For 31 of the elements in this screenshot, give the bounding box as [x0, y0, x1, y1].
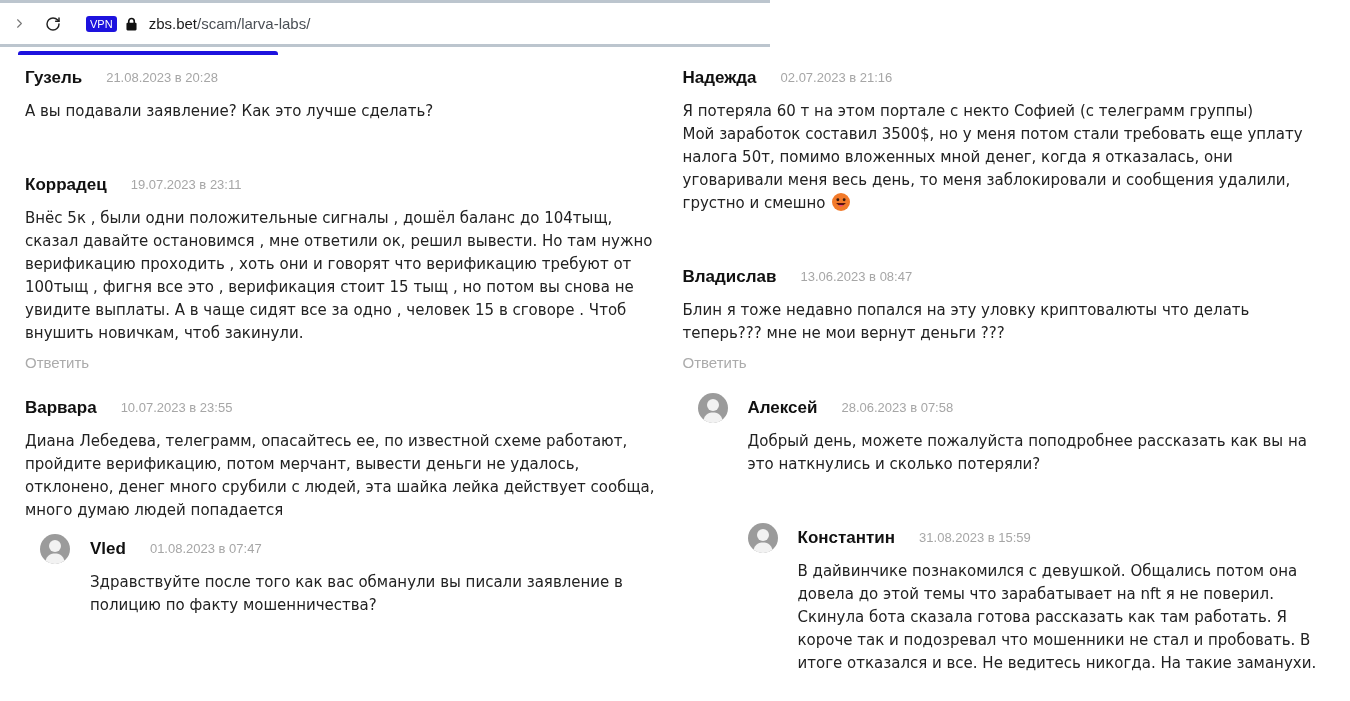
comment-text: Внёс 5к , были одни положительные сигналы , дошёл баланс до 104тыщ, сказал давайте остановимся , мне ответили ок, решил вывести. Но там нужно верификацию проходить , хоть они и говорят что верификацию требуют от 100тыщ , фигня все это , верификация стоит 15 тыщ , но потом вы снова не увидите выплаты. А в чаще сидят все за одно , человек 15 в сговоре . Чтоб внушить новичкам, чтоб закинули.: [25, 209, 653, 342]
comment-author: Константин: [797, 527, 896, 549]
comment-text: Блин я тоже недавно попался на эту уловку криптовалюты что делать теперь??? мне не мои вернут деньги ???: [682, 301, 1250, 342]
comment-date: 01.08.2023 в 07:47: [149, 540, 262, 558]
user-avatar-icon: [697, 393, 728, 423]
comment-date: 31.08.2023 в 15:59: [919, 529, 1031, 547]
comment-text: Здравствуйте после того как вас обманули вы писали заявление в полицию по факту мошенничества?: [90, 573, 623, 614]
reload-icon: [45, 15, 61, 32]
comment-author: Варвара: [25, 397, 97, 419]
comment-author: Vled: [90, 538, 126, 560]
url-text[interactable]: zbs.bet/scam/larva-labs/: [148, 13, 311, 34]
user-avatar-icon: [747, 523, 778, 553]
vpn-badge[interactable]: VPN: [86, 15, 117, 32]
comment-text: Диана Лебедева, телеграмм, опасайтесь ее, по известной схеме работают, пройдите верификацию, потом мерчант, вывести деньги не удалось, отклонено, денег много срубили с людей, эта шайка лейка действует сообща, много думаю людей попадается: [25, 432, 655, 519]
comment-text: В дайвинчике познакомился с девушкой. Общались потом она довела до этой темы что зарабатывает на nft я не поверил. Скинула бота сказала готова рассказать как там работать. Я короче так и подозревал что мошенники не стал и пробовать. В итоге отказался и все. Не ведитесь никогда. На такие заманухи.: [797, 562, 1317, 672]
comment-author: Владислав: [682, 266, 777, 288]
comment-date: 19.07.2023 в 23:11: [130, 176, 242, 194]
lock-icon: [125, 16, 137, 31]
comment-author: Надежда: [682, 67, 757, 89]
comment-text: Я потеряла 60 т на этом портале с некто Софией (с телеграмм группы) Мой заработок составил 3500$, но у меня потом стали требовать еще уплату налога 50т, помимо вложенных мной денег, когда я отказалась, они уговаривали меня весь день, то меня заблокировали и сообщения удалили, грустно и смешно: [682, 102, 1303, 212]
comment-date: 28.06.2023 в 07:58: [841, 399, 954, 417]
comment-text: А вы подавали заявление? Как это лучше сделать?: [25, 102, 434, 120]
comment-date: 21.08.2023 в 20:28: [106, 69, 218, 87]
comment-date: 13.06.2023 в 08:47: [800, 268, 913, 286]
comment-author: Коррадец: [25, 174, 107, 196]
user-avatar-icon: [40, 534, 70, 564]
comment-author: Гузель: [25, 67, 83, 89]
comment-author: Алексей: [747, 397, 818, 419]
comment-date: 10.07.2023 в 23:55: [120, 399, 233, 417]
comment-text: Добрый день, можете пожалуйста поподробнее рассказать как вы на это наткнулись и сколько потеряли?: [747, 432, 1307, 473]
comment-date: 02.07.2023 в 21:16: [780, 69, 893, 87]
